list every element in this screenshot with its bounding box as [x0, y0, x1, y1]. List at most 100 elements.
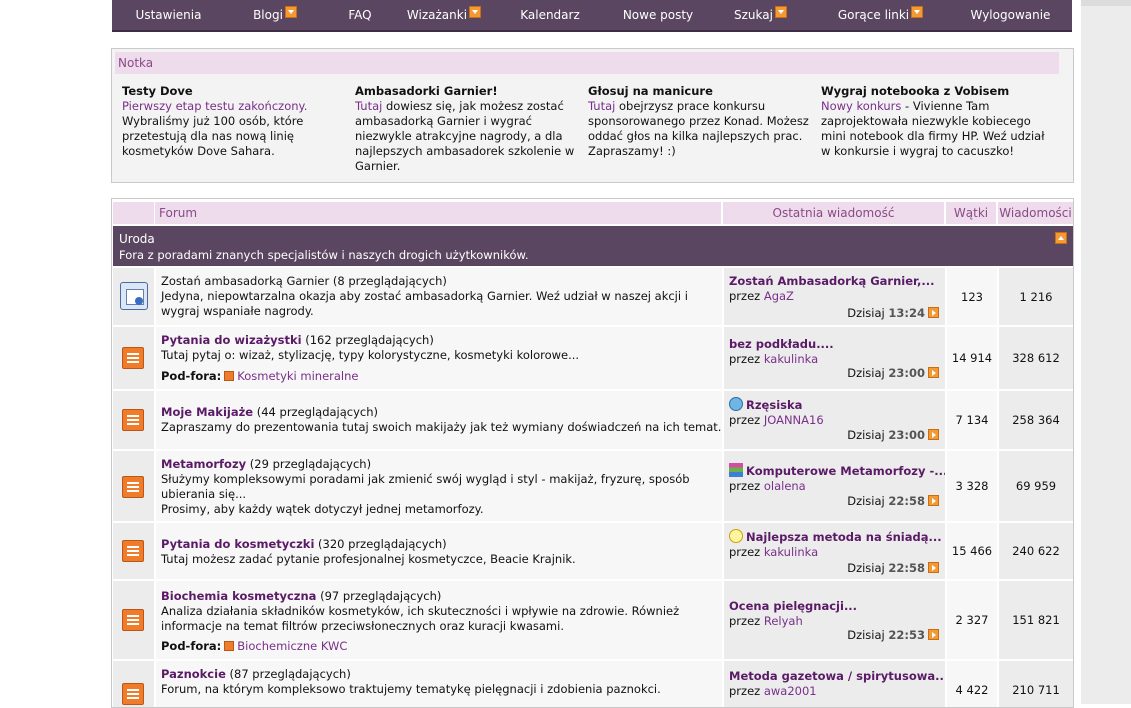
last-post-title[interactable]: Rzęsiska: [729, 397, 945, 413]
last-post-title[interactable]: Najlepsza metoda na śniadą...: [729, 529, 945, 545]
notice-text: obejrzysz prace konkursu sponsorowanego …: [588, 99, 809, 158]
last-post-title[interactable]: Komputerowe Metamorfozy -...: [729, 463, 945, 479]
time-day: Dzisiaj: [847, 366, 889, 380]
table-row: Pytania do kosmetyczki (320 przeglądając…: [113, 523, 1073, 579]
by-label: przez: [729, 479, 764, 493]
posts-cell: 151 821: [999, 581, 1073, 659]
go-to-last-post-icon[interactable]: [928, 307, 939, 318]
dropdown-arrow-icon[interactable]: [911, 6, 924, 18]
time-clock: 23:00: [888, 428, 925, 442]
nav-faq[interactable]: FAQ: [325, 0, 395, 30]
forum-info-cell: Paznokcie (87 przeglądających) Forum, na…: [156, 661, 722, 707]
forum-info-cell: Metamorfozy (29 przeglądających) Służymy…: [156, 451, 722, 521]
nav-label: Gorące linki: [837, 8, 910, 22]
forum-title-link[interactable]: Zostań ambasadorką Garnier: [161, 274, 329, 288]
nav-wizazanki[interactable]: Wizażanki: [395, 0, 493, 30]
notice-title: Wygraj notebooka z Vobisem: [821, 84, 1010, 98]
notice-link[interactable]: Tutaj: [355, 99, 382, 113]
table-row: Paznokcie (87 przeglądających) Forum, na…: [113, 661, 1073, 707]
forum-info-cell: Pytania do wizażystki (162 przeglądający…: [156, 327, 722, 389]
category-uroda: Uroda Fora z poradami znanych specjalist…: [113, 226, 1073, 266]
last-post-user[interactable]: olalena: [764, 479, 806, 493]
page-scroll-gutter-top: [1081, 0, 1131, 6]
last-post-time: Dzisiaj 23:00: [847, 366, 939, 381]
viewer-count: (320 przeglądających): [314, 537, 447, 551]
smile-icon: [729, 397, 743, 411]
last-post-cell: bez podkładu.... przez kakulinka Dzisiaj…: [724, 327, 945, 389]
nav-logout[interactable]: Wylogowanie: [949, 0, 1072, 30]
forum-description: Jedyna, niepowtarzalna okazja aby zostać…: [161, 289, 688, 318]
category-name[interactable]: Uroda: [119, 232, 155, 246]
notice-header: Notka: [115, 52, 1059, 74]
viewer-count: (8 przeglądających): [329, 274, 447, 288]
table-row: Moje Makijaże (44 przeglądających) Zapra…: [113, 391, 1073, 449]
go-to-last-post-icon[interactable]: [928, 495, 939, 506]
thread-count: 14 914: [951, 351, 993, 365]
last-post-cell: Najlepsza metoda na śniadą... przez kaku…: [724, 523, 945, 579]
forum-info-cell: Moje Makijaże (44 przeglądających) Zapra…: [156, 391, 722, 449]
last-post-user[interactable]: JOANNA16: [764, 413, 824, 427]
last-post-title[interactable]: bez podkładu....: [729, 337, 945, 352]
forum-title-link[interactable]: Moje Makijaże: [161, 405, 253, 419]
thread-count: 2 327: [955, 613, 989, 627]
last-post-user[interactable]: kakulinka: [764, 352, 818, 366]
notice-item-vobis: Wygraj notebooka z Vobisem Nowy konkurs …: [821, 84, 1046, 159]
forum-title-link[interactable]: Pytania do kosmetyczki: [161, 537, 314, 551]
go-to-last-post-icon[interactable]: [928, 629, 939, 640]
nav-settings[interactable]: Ustawienia: [112, 0, 225, 30]
dropdown-arrow-icon[interactable]: [774, 6, 787, 18]
threads-cell: 123: [947, 268, 997, 325]
post-count: 69 959: [1015, 479, 1057, 493]
last-post-title[interactable]: Ocena pielęgnacji...: [729, 599, 945, 614]
notice-link[interactable]: Nowy konkurs: [821, 99, 901, 113]
forum-description: Forum, na którym kompleksowo traktujemy …: [161, 682, 661, 696]
forum-title-link[interactable]: Pytania do wizażystki: [161, 333, 302, 347]
time-clock: 22:53: [888, 628, 925, 642]
dropdown-arrow-icon[interactable]: [469, 6, 482, 18]
notice-link[interactable]: Pierwszy etap testu zakończony.: [122, 99, 307, 113]
go-to-last-post-icon[interactable]: [928, 562, 939, 573]
forum-title-link[interactable]: Paznokcie: [161, 667, 226, 681]
header-forum: Forum: [155, 202, 721, 224]
forum-description-extra: Prosimy, aby każdy wątek dotyczył jednej…: [161, 502, 484, 516]
last-post-user[interactable]: awa2001: [764, 684, 817, 698]
post-count: 258 364: [1012, 413, 1060, 427]
viewer-count: (162 przeglądających): [301, 333, 434, 347]
forum-table: Forum Ostatnia wiadomość Wątki Wiadomośc…: [111, 198, 1074, 708]
special-forum-icon: [120, 282, 148, 310]
forum-info-cell: Biochemia kosmetyczna (97 przeglądającyc…: [156, 581, 722, 659]
last-post-time: Dzisiaj 22:58: [847, 561, 939, 576]
last-post-title[interactable]: Metoda gazetowa / spirytusowa...: [729, 669, 945, 684]
threads-cell: 3 328: [947, 451, 997, 521]
forum-title-link[interactable]: Biochemia kosmetyczna: [161, 589, 316, 603]
viewer-count: (87 przeglądających): [225, 667, 351, 681]
nav-blogs[interactable]: Blogi: [225, 0, 325, 30]
post-count: 151 821: [1012, 613, 1060, 627]
collapse-icon[interactable]: [1055, 232, 1067, 244]
last-post-title[interactable]: Zostań Ambasadorką Garnier,...: [729, 274, 945, 289]
nav-calendar[interactable]: Kalendarz: [493, 0, 607, 30]
table-row: Pytania do wizażystki (162 przeglądający…: [113, 327, 1073, 389]
dropdown-arrow-icon[interactable]: [284, 6, 297, 18]
last-post-user[interactable]: AgaZ: [764, 289, 794, 303]
last-post-user[interactable]: kakulinka: [764, 545, 818, 559]
header-icon-col: [113, 202, 154, 224]
nav-new-posts[interactable]: Nowe posty: [607, 0, 709, 30]
go-to-last-post-icon[interactable]: [928, 367, 939, 378]
forum-title-link[interactable]: Metamorfozy: [161, 457, 246, 471]
last-post-user[interactable]: Relyah: [764, 614, 803, 628]
notice-link[interactable]: Tutaj: [588, 99, 615, 113]
last-post-cell: Metoda gazetowa / spirytusowa... przez a…: [724, 661, 945, 707]
thread-count: 123: [961, 289, 983, 304]
page-scroll-gutter: [1081, 0, 1131, 704]
nav-search[interactable]: Szukaj: [709, 0, 812, 30]
subforum-link[interactable]: Biochemiczne KWC: [237, 639, 347, 653]
forum-description: Zapraszamy do prezentowania tutaj swoich…: [161, 420, 722, 434]
subforum-link[interactable]: Kosmetyki mineralne: [237, 369, 358, 383]
nav-hot-links[interactable]: Gorące linki: [812, 0, 949, 30]
go-to-last-post-icon[interactable]: [928, 429, 939, 440]
by-label: przez: [729, 614, 764, 628]
notice-title: Ambasadorki Garnier!: [355, 84, 498, 98]
threads-cell: 2 327: [947, 581, 997, 659]
forum-icon-cell: [113, 581, 154, 659]
